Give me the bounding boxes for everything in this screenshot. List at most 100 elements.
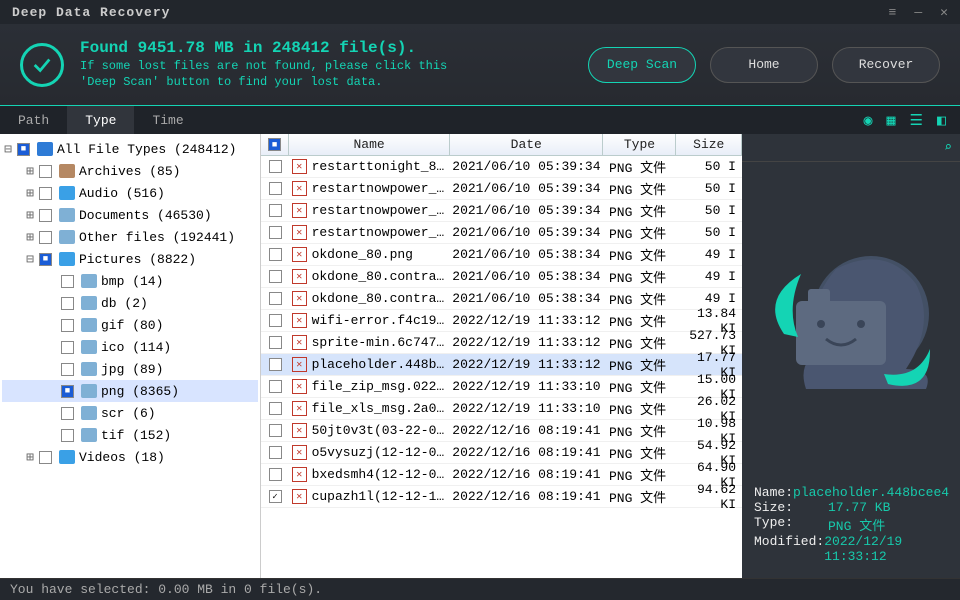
file-type: PNG 文件 <box>603 245 676 264</box>
file-row[interactable]: ✕restartnowpower_...2021/06/10 05:39:34P… <box>261 222 742 244</box>
tree-row-bmp[interactable]: bmp (14) <box>2 270 258 292</box>
tree-row-gif[interactable]: gif (80) <box>2 314 258 336</box>
expand-icon[interactable]: ⊞ <box>24 230 36 245</box>
checkbox[interactable] <box>39 451 52 464</box>
checkbox[interactable] <box>269 182 282 195</box>
tree-row-ico[interactable]: ico (114) <box>2 336 258 358</box>
expand-icon[interactable]: ⊞ <box>24 186 36 201</box>
tree-row-jpg[interactable]: jpg (89) <box>2 358 258 380</box>
col-date[interactable]: Date <box>450 134 603 155</box>
file-type: PNG 文件 <box>603 443 676 462</box>
sort-icon[interactable]: ◧ <box>937 111 946 130</box>
file-row[interactable]: ✕restarttonight_8...2021/06/10 05:39:34P… <box>261 156 742 178</box>
file-row[interactable]: ✕file_xls_msg.2a0...2022/12/19 11:33:10P… <box>261 398 742 420</box>
checkbox[interactable] <box>269 468 282 481</box>
file-date: 2022/12/16 08:19:41 <box>450 423 603 438</box>
checkbox[interactable] <box>61 275 74 288</box>
tree-row-pictures[interactable]: ⊟■Pictures (8822) <box>2 248 258 270</box>
col-name[interactable]: Name <box>289 134 450 155</box>
file-name: okdone_80.png <box>310 247 450 262</box>
checkbox[interactable] <box>269 248 282 261</box>
file-row[interactable]: ✕bxedsmh4(12-12-0...2022/12/16 08:19:41P… <box>261 464 742 486</box>
found-summary: Found 9451.78 MB in 248412 file(s). <box>80 39 572 57</box>
file-row[interactable]: ✕o5vysuzj(12-12-0...2022/12/16 08:19:41P… <box>261 442 742 464</box>
file-row[interactable]: ✕50jt0v3t(03-22-0...2022/12/16 08:19:41P… <box>261 420 742 442</box>
checkbox[interactable] <box>269 336 282 349</box>
file-row[interactable]: ✕placeholder.448b...2022/12/19 11:33:12P… <box>261 354 742 376</box>
menu-icon[interactable]: ≡ <box>889 5 897 20</box>
tree-label: All File Types (248412) <box>57 142 236 157</box>
expand-icon[interactable]: ⊞ <box>24 450 36 465</box>
checkbox[interactable] <box>39 165 52 178</box>
file-name: restartnowpower_... <box>310 225 450 240</box>
tree-row-png[interactable]: ■png (8365) <box>2 380 258 402</box>
tree-row-archives[interactable]: ⊞Archives (85) <box>2 160 258 182</box>
grid-view-icon[interactable]: ▦ <box>886 111 895 130</box>
recover-button[interactable]: Recover <box>832 47 940 83</box>
col-size[interactable]: Size <box>676 134 742 155</box>
file-type: PNG 文件 <box>603 267 676 286</box>
checkbox[interactable] <box>61 297 74 310</box>
checkbox[interactable] <box>61 363 74 376</box>
search-input[interactable] <box>750 140 944 155</box>
checkbox[interactable] <box>269 424 282 437</box>
checkbox[interactable] <box>61 319 74 332</box>
png-file-icon: ✕ <box>292 159 307 174</box>
file-row[interactable]: ✕sprite-min.6c747...2022/12/19 11:33:12P… <box>261 332 742 354</box>
checkbox[interactable] <box>269 292 282 305</box>
file-row[interactable]: ✕file_zip_msg.022...2022/12/19 11:33:10P… <box>261 376 742 398</box>
tree-row-other-files[interactable]: ⊞Other files (192441) <box>2 226 258 248</box>
tree-row-tif[interactable]: tif (152) <box>2 424 258 446</box>
tree-row-documents[interactable]: ⊞Documents (46530) <box>2 204 258 226</box>
expand-icon[interactable]: ⊞ <box>24 208 36 223</box>
tree-row-db[interactable]: db (2) <box>2 292 258 314</box>
checkbox[interactable] <box>39 231 52 244</box>
deep-scan-button[interactable]: Deep Scan <box>588 47 696 83</box>
expand-icon[interactable]: ⊞ <box>24 164 36 179</box>
col-type[interactable]: Type <box>603 134 676 155</box>
preview-toggle-icon[interactable]: ◉ <box>863 111 872 130</box>
checkbox[interactable] <box>269 446 282 459</box>
checkbox[interactable] <box>269 402 282 415</box>
expand-icon[interactable]: ⊟ <box>24 252 36 267</box>
checkbox[interactable] <box>269 358 282 371</box>
tree-row-scr[interactable]: scr (6) <box>2 402 258 424</box>
checkbox[interactable]: ■ <box>39 253 52 266</box>
checkbox[interactable]: ■ <box>17 143 30 156</box>
tab-path[interactable]: Path <box>0 106 67 134</box>
list-view-icon[interactable]: ☰ <box>910 111 923 130</box>
close-icon[interactable]: ✕ <box>940 5 948 20</box>
expand-icon[interactable]: ⊟ <box>2 142 14 157</box>
file-row[interactable]: ✕okdone_80.contra...2021/06/10 05:38:34P… <box>261 266 742 288</box>
tree-label: db (2) <box>101 296 148 311</box>
file-row[interactable]: ✕restartnowpower_...2021/06/10 05:39:34P… <box>261 178 742 200</box>
tab-type[interactable]: Type <box>67 106 134 134</box>
tab-time[interactable]: Time <box>134 106 201 134</box>
folder-icon <box>81 274 97 288</box>
checkbox[interactable] <box>269 314 282 327</box>
file-row[interactable]: ✕okdone_80.contra...2021/06/10 05:38:34P… <box>261 288 742 310</box>
checkbox[interactable] <box>39 187 52 200</box>
checkbox[interactable] <box>269 160 282 173</box>
checkbox[interactable] <box>61 429 74 442</box>
tree-row-videos[interactable]: ⊞Videos (18) <box>2 446 258 468</box>
checkbox[interactable]: ■ <box>61 385 74 398</box>
checkbox[interactable] <box>269 226 282 239</box>
checkbox[interactable] <box>269 270 282 283</box>
home-button[interactable]: Home <box>710 47 818 83</box>
tree-row-all-file-types[interactable]: ⊟■ All File Types (248412) <box>2 138 258 160</box>
file-row[interactable]: ✓✕cupazh1l(12-12-1...2022/12/16 08:19:41… <box>261 486 742 508</box>
checkbox[interactable] <box>61 407 74 420</box>
minimize-icon[interactable]: — <box>914 5 922 20</box>
checkbox[interactable] <box>39 209 52 222</box>
checkbox[interactable] <box>269 204 282 217</box>
checkbox[interactable]: ✓ <box>269 490 282 503</box>
file-row[interactable]: ✕restartnowpower_...2021/06/10 05:39:34P… <box>261 200 742 222</box>
search-icon[interactable]: ⌕ <box>944 140 952 155</box>
checkbox[interactable] <box>269 380 282 393</box>
file-row[interactable]: ✕wifi-error.f4c19...2022/12/19 11:33:12P… <box>261 310 742 332</box>
png-file-icon: ✕ <box>292 357 307 372</box>
checkbox[interactable] <box>61 341 74 354</box>
tree-row-audio[interactable]: ⊞Audio (516) <box>2 182 258 204</box>
file-row[interactable]: ✕okdone_80.png2021/06/10 05:38:34PNG 文件4… <box>261 244 742 266</box>
